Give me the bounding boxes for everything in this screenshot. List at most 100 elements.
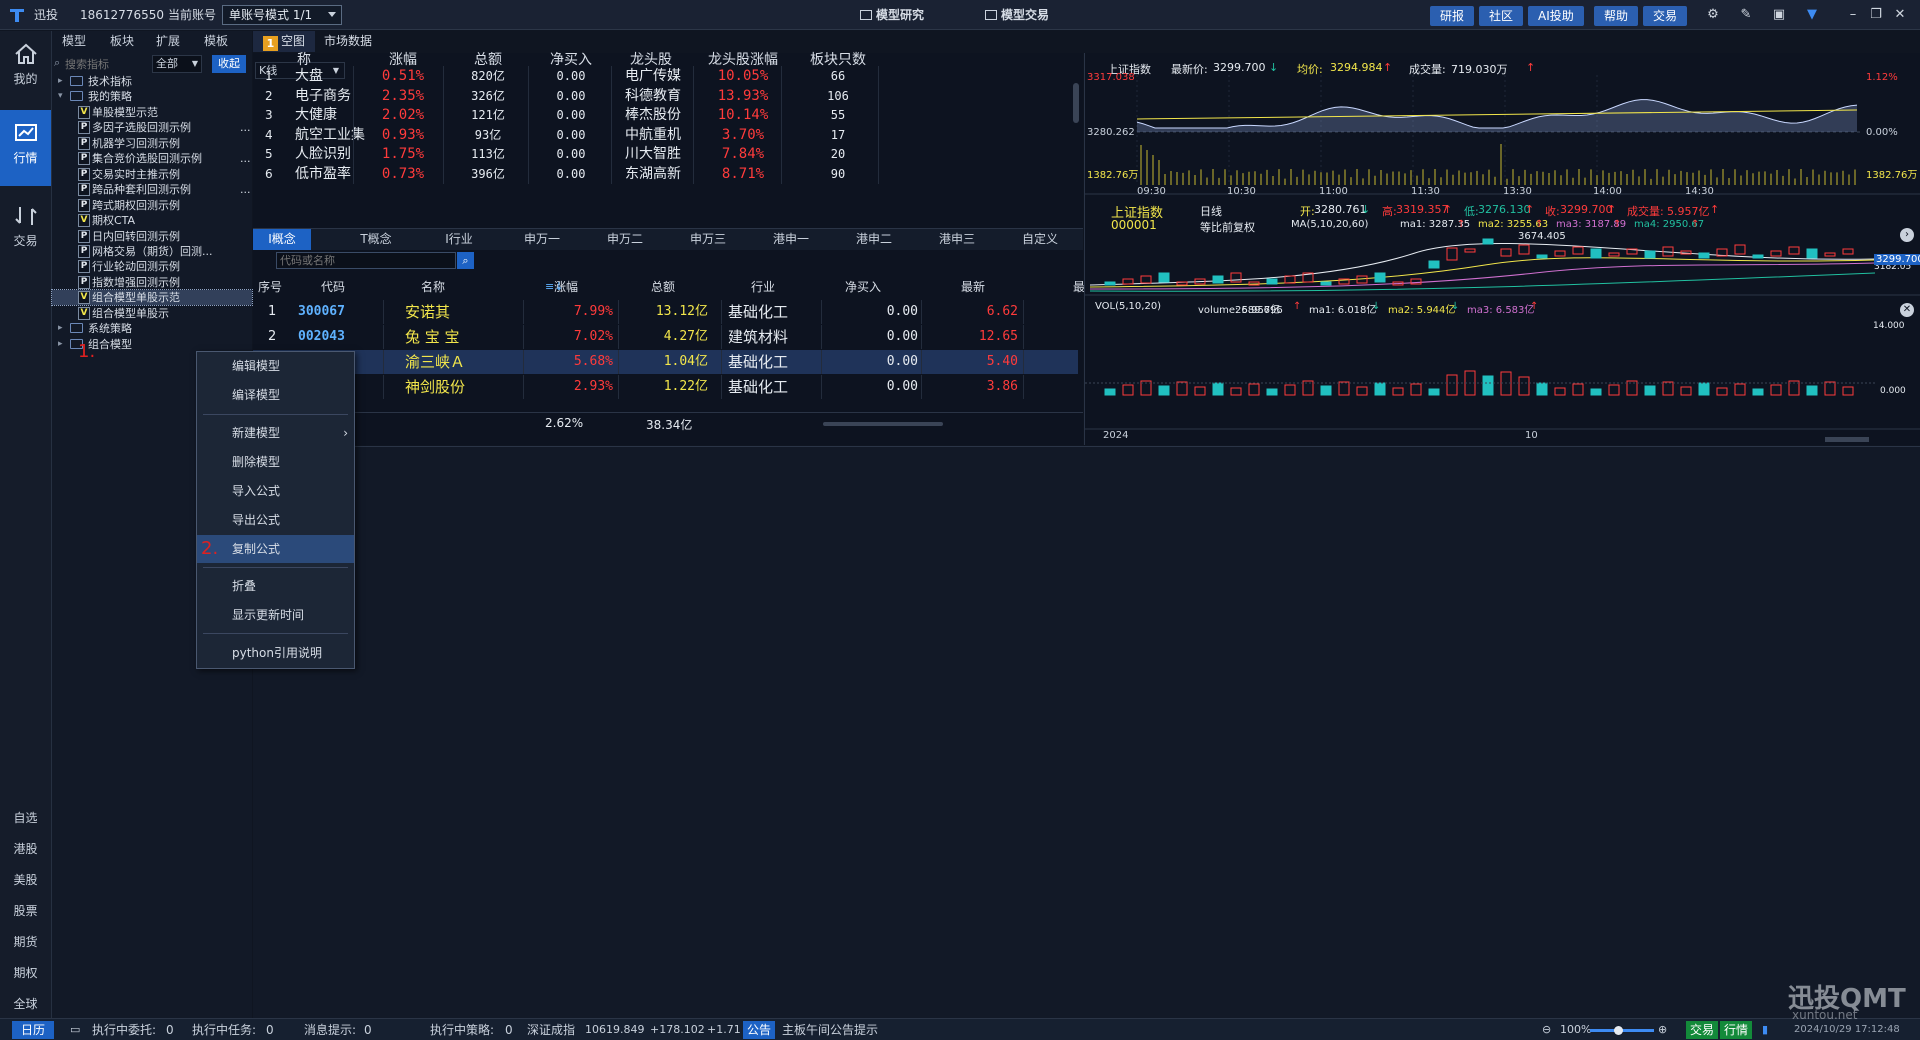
kline-scrollbar[interactable] bbox=[1825, 437, 1869, 442]
sector-tab[interactable]: T概念 bbox=[336, 229, 416, 250]
community-button[interactable]: 社区 bbox=[1479, 6, 1524, 26]
research-report-button[interactable]: 研报 bbox=[1430, 6, 1475, 26]
sector-tab[interactable]: 申万一 bbox=[502, 229, 582, 250]
sector-tab[interactable]: 港申一 bbox=[751, 229, 831, 250]
nav-model-trade[interactable]: 模型交易 bbox=[985, 0, 1049, 30]
tree-item[interactable]: P 跨品种套利回测示例... bbox=[52, 182, 252, 197]
menu-collapse[interactable]: 折叠 bbox=[197, 572, 354, 600]
ai-assist-button[interactable]: AI投助 bbox=[1528, 6, 1584, 26]
tab-sector[interactable]: 板块 bbox=[110, 31, 134, 51]
market-stocks[interactable]: 股票 bbox=[0, 897, 51, 925]
tree-item[interactable]: P 行业轮动回测示例 bbox=[52, 259, 252, 274]
close-vol-icon[interactable]: ✕ bbox=[1900, 303, 1914, 317]
expand-toggle-icon[interactable]: ▸ bbox=[58, 74, 63, 89]
stock-search-button[interactable]: ⌕ bbox=[457, 252, 474, 269]
expand-arrow-icon[interactable]: › bbox=[1900, 228, 1914, 242]
menu-new-model[interactable]: 新建模型 › bbox=[197, 419, 354, 447]
tree-item[interactable]: V 组合模型单股示范 bbox=[51, 289, 253, 307]
indicator-search-input[interactable] bbox=[65, 55, 161, 73]
tree-item[interactable]: P 机器学习回测示例 bbox=[52, 136, 252, 151]
market-options[interactable]: 期权 bbox=[0, 959, 51, 987]
sector-scrollbar[interactable] bbox=[1073, 83, 1079, 123]
table-row[interactable]: 5 人脸识别 1.75% 113亿 0.00 川大智胜 7.84% 20 bbox=[253, 144, 1078, 164]
stock-col-header[interactable]: 名称 bbox=[393, 274, 473, 300]
table-row[interactable]: 2 电子商务 2.35% 326亿 0.00 科德教育 13.93% 106 bbox=[253, 85, 1078, 106]
notice-badge[interactable]: 公告 bbox=[743, 1021, 776, 1039]
menu-delete-model[interactable]: 删除模型 bbox=[197, 448, 354, 476]
nav-trade[interactable]: 交易 bbox=[0, 193, 51, 269]
tree-folder[interactable]: ▸ 技术指标 bbox=[52, 74, 252, 89]
nav-home[interactable]: 我的 bbox=[0, 31, 51, 107]
tree-item[interactable]: P 跨式期权回测示例 bbox=[52, 198, 252, 213]
notice-text[interactable]: 主板午间公告提示 bbox=[782, 1019, 878, 1040]
tree-item[interactable]: P 交易实时主推示例 bbox=[52, 167, 252, 182]
tree-folder[interactable]: ▾ 我的策略 bbox=[52, 89, 252, 104]
market-hk[interactable]: 港股 bbox=[0, 835, 51, 863]
shirt-icon[interactable]: ▼ bbox=[1804, 7, 1820, 23]
expand-toggle-icon[interactable]: ▸ bbox=[58, 337, 63, 352]
market-futures[interactable]: 期货 bbox=[0, 928, 51, 956]
trade-button[interactable]: 交易 bbox=[1643, 6, 1688, 26]
tree-item[interactable]: P 集合竞价选股回测示例... bbox=[52, 151, 252, 166]
tab-template[interactable]: 模板 bbox=[204, 31, 228, 51]
tree-folder[interactable]: ▸ 系统策略 bbox=[52, 321, 252, 336]
account-mode-select[interactable]: 单账号模式 1/1 bbox=[222, 5, 342, 25]
expand-toggle-icon[interactable]: ▾ bbox=[58, 89, 63, 104]
market-watchlist[interactable]: 自选 bbox=[0, 804, 51, 832]
market-us[interactable]: 美股 bbox=[0, 866, 51, 894]
stock-col-header[interactable]: 总额 bbox=[623, 274, 703, 300]
sector-tab[interactable]: 港申二 bbox=[834, 229, 914, 250]
table-row[interactable]: 6 低市盈率 0.73% 396亿 0.00 东湖高新 8.71% 90 bbox=[253, 163, 1078, 184]
close-icon[interactable]: ✕ bbox=[1892, 7, 1908, 23]
tree-item[interactable]: V 期权CTA bbox=[52, 213, 252, 228]
tree-item[interactable]: V 组合模型单股示 bbox=[52, 306, 252, 321]
stock-search-input[interactable] bbox=[276, 252, 456, 269]
zoom-slider[interactable] bbox=[1590, 1026, 1654, 1035]
market-global[interactable]: 全球 bbox=[0, 990, 51, 1018]
sector-tab[interactable]: I概念 bbox=[253, 229, 311, 250]
collapse-button[interactable]: 收起 bbox=[212, 55, 246, 73]
tab-extend[interactable]: 扩展 bbox=[156, 31, 180, 51]
status-trade-button[interactable]: 交易 bbox=[1686, 1021, 1719, 1039]
zoom-in-icon[interactable]: ⊕ bbox=[1658, 1019, 1667, 1040]
table-row[interactable]: 神剑股份 2.93% 1.22亿 基础化工 0.00 3.86 bbox=[253, 375, 1078, 399]
tree-item[interactable]: P 指数增强回测示例 bbox=[52, 275, 252, 290]
expand-toggle-icon[interactable]: ▸ bbox=[58, 321, 63, 336]
tree-item[interactable]: P 日内回转回测示例 bbox=[52, 229, 252, 244]
menu-show-update-time[interactable]: 显示更新时间 bbox=[197, 601, 354, 629]
scope-select[interactable]: 全部 ▼ bbox=[152, 55, 202, 73]
tree-item[interactable]: P 网格交易（期货）回测... bbox=[52, 244, 252, 259]
zoom-out-icon[interactable]: ⊖ bbox=[1542, 1019, 1551, 1040]
restore-icon[interactable]: ❐ bbox=[1868, 7, 1884, 23]
sector-tab[interactable]: 申万二 bbox=[585, 229, 665, 250]
calendar-button[interactable]: 日历 bbox=[12, 1021, 55, 1039]
menu-python-reference[interactable]: python引用说明 bbox=[197, 639, 354, 667]
help-button[interactable]: 帮助 bbox=[1594, 6, 1639, 26]
table-row[interactable]: 1 300067 安诺其 7.99% 13.12亿 基础化工 0.00 6.62 bbox=[253, 300, 1078, 324]
menu-export-formula[interactable]: 导出公式 bbox=[197, 506, 354, 534]
sector-tab[interactable]: I行业 bbox=[419, 229, 499, 250]
stock-col-header[interactable]: 行业 bbox=[723, 274, 803, 300]
menu-edit-model[interactable]: 编辑模型 bbox=[197, 352, 354, 380]
status-quote-button[interactable]: 行情 bbox=[1720, 1021, 1753, 1039]
tree-item[interactable]: P 多因子选股回测示例... bbox=[52, 120, 252, 135]
table-row[interactable]: 3 大健康 2.02% 121亿 0.00 棒杰股份 10.14% 55 bbox=[253, 105, 1078, 125]
nav-quotes[interactable]: 行情 bbox=[0, 110, 51, 186]
zoom-slider-thumb[interactable] bbox=[1614, 1026, 1623, 1035]
sector-tab[interactable]: 港申三 bbox=[917, 229, 997, 250]
stock-col-header[interactable]: 序号 bbox=[258, 274, 288, 300]
stock-col-header[interactable]: 代码 bbox=[293, 274, 373, 300]
menu-import-formula[interactable]: 导入公式 bbox=[197, 477, 354, 505]
tab-model[interactable]: 模型 bbox=[62, 31, 86, 51]
tree-item[interactable]: V 单股模型示范 bbox=[52, 105, 252, 120]
table-row[interactable]: 渝三峡Ａ 5.68% 1.04亿 基础化工 0.00 5.40 bbox=[253, 350, 1078, 374]
h-scrollbar[interactable] bbox=[823, 422, 943, 426]
nav-model-research[interactable]: 模型研究 bbox=[860, 0, 924, 30]
stock-col-header[interactable]: 净买入 bbox=[823, 274, 903, 300]
stock-col-header[interactable]: 最新 bbox=[933, 274, 1013, 300]
menu-compile-model[interactable]: 编译模型 bbox=[197, 381, 354, 409]
table-row[interactable]: 1 大盘 0.51% 820亿 0.00 电广传媒 10.05% 66 bbox=[253, 66, 1078, 86]
table-row[interactable]: 2 002043 兔 宝 宝 7.02% 4.27亿 建筑材料 0.00 12.65 bbox=[253, 325, 1078, 349]
screen-icon[interactable]: ▣ bbox=[1771, 7, 1787, 23]
sector-tab[interactable]: 自定义 bbox=[1000, 229, 1080, 250]
